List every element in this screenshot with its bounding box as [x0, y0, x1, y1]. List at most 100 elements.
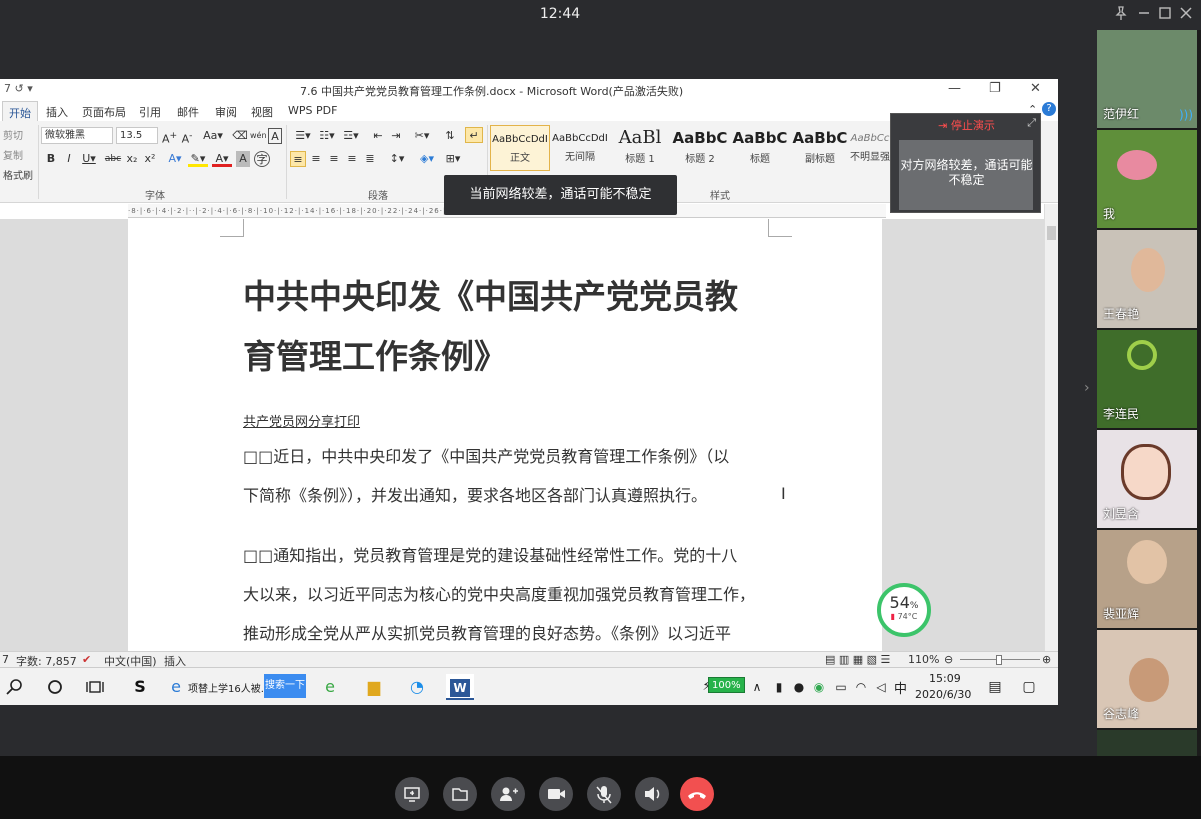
underline-button[interactable]: U▾: [80, 151, 98, 167]
clock-time[interactable]: 15:09: [929, 672, 961, 685]
show-marks-icon[interactable]: ↵: [465, 127, 483, 143]
camera-button[interactable]: [539, 777, 573, 811]
word-close-icon[interactable]: ✕: [1030, 81, 1041, 96]
style-heading-2[interactable]: AaBbC 标题 2: [670, 125, 730, 171]
document-page[interactable]: 中共中央印发《中国共产党党员教 育管理工作条例》 共产党员网分享打印 □□近日，…: [128, 219, 882, 651]
numbering-icon[interactable]: ☷▾: [316, 128, 338, 144]
tab-home[interactable]: 开始: [2, 101, 38, 121]
quick-access-toolbar[interactable]: 7 ↺ ▾: [4, 82, 33, 95]
font-size-select[interactable]: 13.5: [116, 127, 158, 144]
style-title[interactable]: AaBbC 标题: [730, 125, 790, 171]
tab-wps-pdf[interactable]: WPS PDF: [288, 104, 337, 117]
status-page[interactable]: 7: [2, 653, 9, 666]
align-right-icon[interactable]: ≡: [326, 151, 342, 167]
text-effect-icon[interactable]: A▾: [165, 151, 185, 167]
zoom-slider-thumb[interactable]: [996, 655, 1002, 665]
justify-icon[interactable]: ≡: [344, 151, 360, 167]
line-spacing-icon[interactable]: ↕▾: [386, 151, 408, 167]
speaker-button[interactable]: [635, 777, 669, 811]
add-participant-button[interactable]: [491, 777, 525, 811]
chinese-layout-icon[interactable]: ✂▾: [410, 128, 434, 144]
search-button[interactable]: 搜索一下: [264, 674, 306, 698]
app-icon-s[interactable]: S: [126, 674, 154, 700]
grow-font-button[interactable]: A+: [162, 128, 177, 146]
tab-references[interactable]: 引用: [139, 104, 161, 120]
cpu-usage-gauge[interactable]: 54% ▮ 74°C: [877, 583, 931, 637]
shrink-font-button[interactable]: A-: [180, 128, 194, 146]
participant-tile[interactable]: 谷志峰: [1097, 630, 1197, 728]
scroll-thumb[interactable]: [1047, 226, 1056, 240]
superscript-button[interactable]: x²: [142, 151, 158, 167]
italic-button[interactable]: I: [62, 151, 76, 167]
notification-icon[interactable]: ▢: [1016, 675, 1042, 699]
zoom-in-icon[interactable]: ⊕: [1042, 653, 1051, 666]
participant-tile[interactable]: 李连民: [1097, 330, 1197, 428]
minimize-icon[interactable]: [1135, 4, 1153, 22]
maximize-icon[interactable]: [1156, 4, 1174, 22]
cut-button[interactable]: 剪切: [3, 127, 23, 142]
align-center-icon[interactable]: ≡: [308, 151, 324, 167]
participant-tile[interactable]: 王春艳: [1097, 230, 1197, 328]
bold-button[interactable]: B: [44, 151, 58, 167]
share-screen-button[interactable]: [395, 777, 429, 811]
decrease-indent-icon[interactable]: ⇤: [370, 128, 386, 144]
word-restore-icon[interactable]: ❐: [989, 81, 1001, 96]
increase-indent-icon[interactable]: ⇥: [388, 128, 404, 144]
participant-tile[interactable]: 裴亚辉: [1097, 530, 1197, 628]
enclose-char-icon[interactable]: 字: [254, 151, 270, 167]
expand-icon[interactable]: ⤢: [1027, 116, 1036, 130]
change-case-button[interactable]: Aa▾: [202, 128, 224, 144]
word-minimize-icon[interactable]: —: [948, 81, 961, 96]
participant-tile[interactable]: 范伊红 ))): [1097, 30, 1197, 128]
phonetic-icon[interactable]: wén: [250, 128, 267, 144]
cortana-icon[interactable]: [42, 675, 68, 699]
status-zoom[interactable]: 110%: [908, 653, 939, 666]
notes-icon[interactable]: ▤: [982, 675, 1008, 699]
participant-tile[interactable]: 我: [1097, 130, 1197, 228]
help-icon[interactable]: ?: [1042, 102, 1056, 116]
style-subtle-emphasis[interactable]: AaBbCc 不明显强: [850, 125, 890, 171]
align-left-icon[interactable]: ≡: [290, 151, 306, 167]
tab-mailings[interactable]: 邮件: [177, 104, 199, 120]
volume-icon[interactable]: ◁: [868, 675, 894, 699]
tab-review[interactable]: 审阅: [215, 104, 237, 120]
shading-icon[interactable]: ◈▾: [416, 151, 438, 167]
highlight-icon[interactable]: ✎▾: [188, 151, 208, 167]
folder-icon[interactable]: ▆: [360, 674, 388, 700]
chevron-right-icon[interactable]: ›: [1084, 380, 1096, 404]
tab-view[interactable]: 视图: [251, 104, 273, 120]
stop-share-button[interactable]: ⇥ 停止演示: [891, 116, 1042, 136]
font-color-icon[interactable]: A▾: [212, 151, 232, 167]
mute-microphone-button[interactable]: [587, 777, 621, 811]
pin-icon[interactable]: [1112, 4, 1130, 22]
vertical-scrollbar[interactable]: [1044, 204, 1058, 651]
format-painter-button[interactable]: 格式刷: [3, 167, 33, 182]
sort-icon[interactable]: ⇅: [442, 128, 458, 144]
hang-up-button[interactable]: [680, 777, 714, 811]
multilevel-list-icon[interactable]: ☲▾: [340, 128, 362, 144]
chat-app-icon[interactable]: ◔: [403, 674, 431, 700]
clock-date[interactable]: 2020/6/30: [915, 688, 971, 701]
zoom-out-icon[interactable]: ⊖: [944, 653, 953, 666]
ime-indicator[interactable]: 中: [894, 678, 907, 697]
borders-icon[interactable]: ⊞▾: [442, 151, 464, 167]
style-no-spacing[interactable]: AaBbCcDdI 无间隔: [550, 125, 610, 171]
bullets-icon[interactable]: ☰▾: [292, 128, 314, 144]
battery-indicator[interactable]: 100%: [708, 677, 745, 693]
search-icon[interactable]: [2, 675, 28, 699]
browser-icon[interactable]: e: [162, 674, 190, 700]
distribute-icon[interactable]: ≣: [362, 151, 378, 167]
char-shading-icon[interactable]: A: [236, 151, 250, 167]
tab-layout[interactable]: 页面布局: [82, 104, 126, 120]
subscript-button[interactable]: x₂: [124, 151, 140, 167]
edge-icon[interactable]: e: [316, 674, 344, 700]
participant-tile[interactable]: 刘昱含: [1097, 430, 1197, 528]
style-heading-1[interactable]: AaBl 标题 1: [610, 125, 670, 171]
font-name-select[interactable]: 微软雅黑: [41, 127, 113, 144]
browser-task-title[interactable]: 项替上学16人被...: [188, 680, 270, 695]
tab-insert[interactable]: 插入: [46, 104, 68, 120]
spell-check-icon[interactable]: ✔: [82, 653, 91, 666]
task-view-icon[interactable]: [82, 675, 108, 699]
file-button[interactable]: [443, 777, 477, 811]
copy-button[interactable]: 复制: [3, 147, 23, 162]
